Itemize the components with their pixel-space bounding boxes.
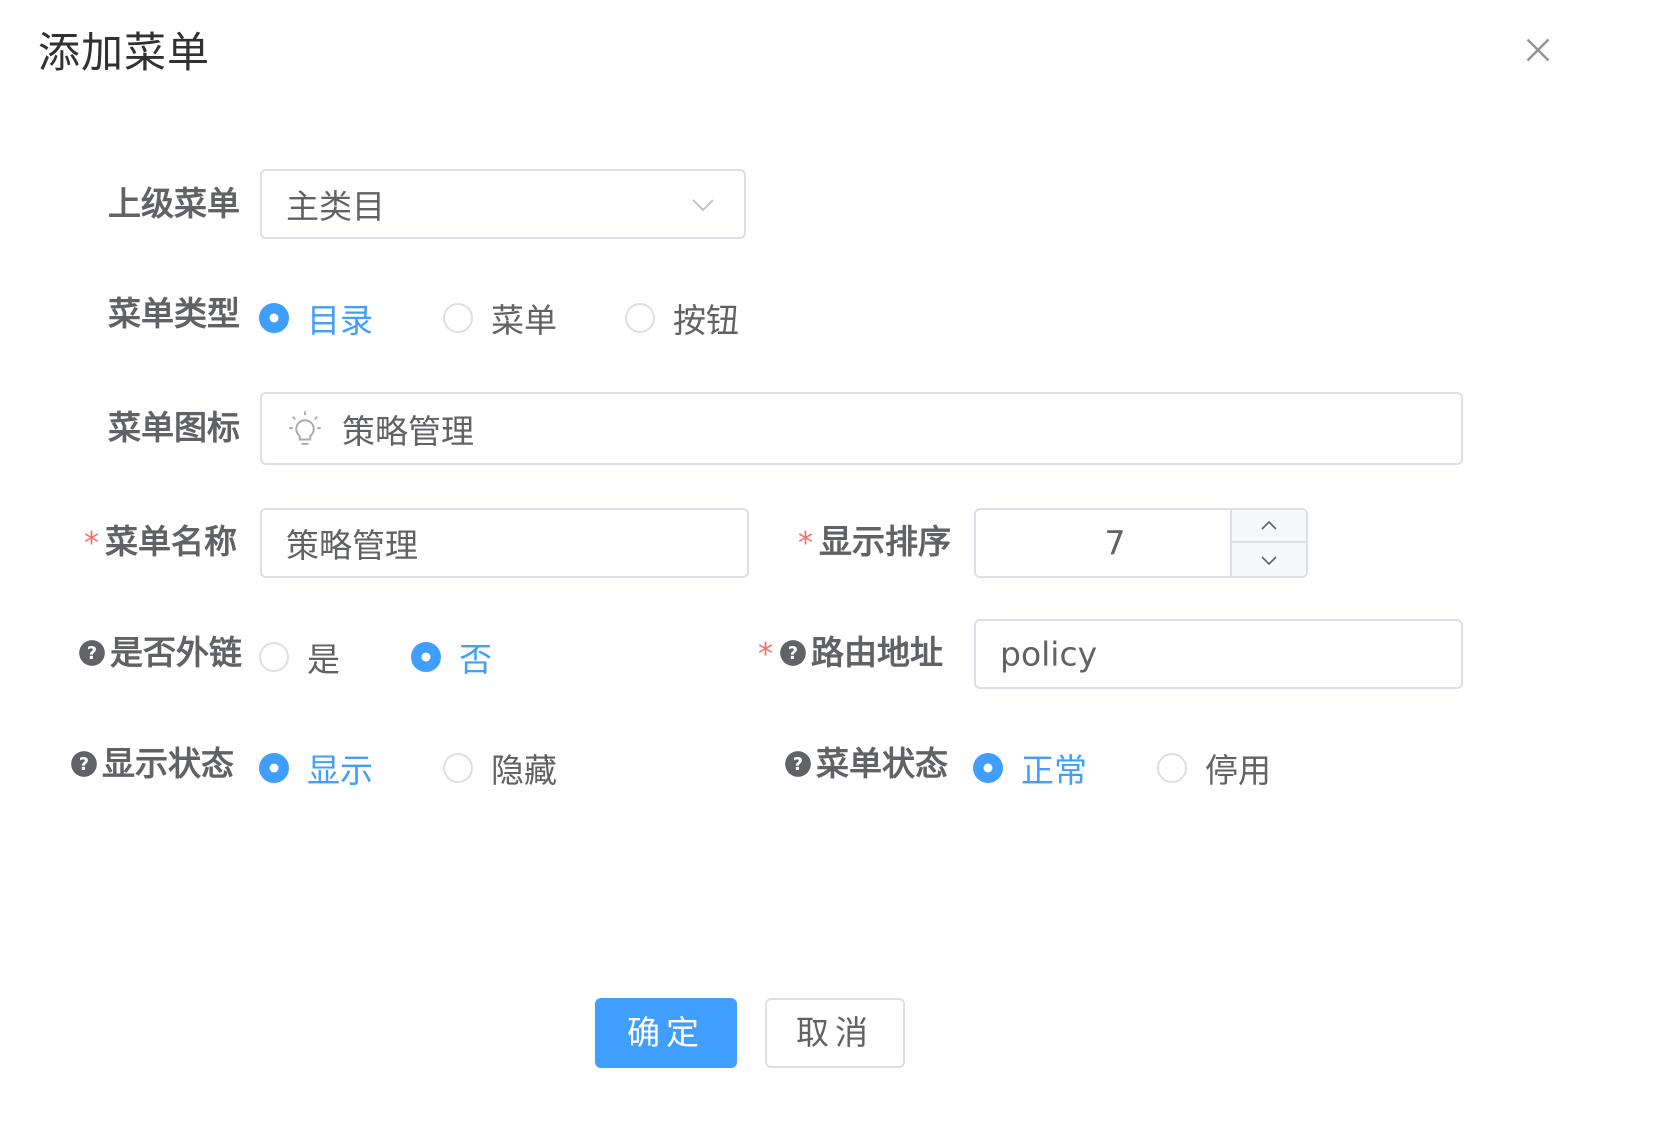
radio-icon [443, 303, 473, 333]
help-icon[interactable]: ? [78, 636, 106, 666]
display-order-stepper[interactable]: 7 [974, 508, 1308, 578]
display-order-label: * 显示排序 [798, 522, 951, 564]
menu-status-option-disabled[interactable]: 停用 [1157, 744, 1271, 792]
required-mark: * [758, 637, 773, 672]
is-external-label-text: 是否外链 [110, 633, 242, 672]
radio-icon [259, 303, 289, 333]
menu-name-label-text: 菜单名称 [105, 522, 237, 561]
route-path-label-text: 路由地址 [811, 633, 943, 672]
radio-label: 是 [307, 640, 340, 679]
route-path-value: policy [1000, 634, 1098, 674]
menu-type-label: 菜单类型 [108, 294, 240, 333]
add-menu-dialog: 添加菜单 上级菜单 主类目 菜单类型 目录 菜单 按钮 菜单图标 策略管理 * … [0, 0, 1657, 1146]
dialog-title: 添加菜单 [38, 28, 211, 77]
svg-text:?: ? [79, 755, 89, 775]
radio-icon [973, 753, 1003, 783]
route-path-input[interactable]: policy [974, 619, 1463, 689]
menu-status-label: ? 菜单状态 [784, 744, 948, 784]
stepper-controls [1230, 510, 1306, 576]
close-icon[interactable] [1520, 32, 1556, 68]
confirm-button[interactable]: 确定 [595, 998, 737, 1068]
parent-menu-value: 主类目 [286, 187, 385, 226]
radio-label: 菜单 [491, 301, 557, 340]
menu-name-value: 策略管理 [286, 526, 418, 565]
menu-type-option-menu[interactable]: 菜单 [443, 294, 557, 342]
required-mark: * [84, 526, 99, 561]
is-external-option-no[interactable]: 否 [411, 633, 492, 681]
is-external-label: ? 是否外链 [78, 633, 242, 673]
is-external-option-yes[interactable]: 是 [259, 633, 340, 681]
radio-label: 按钮 [673, 301, 739, 340]
menu-name-label: * 菜单名称 [84, 522, 237, 564]
increase-button[interactable] [1232, 510, 1306, 543]
chevron-up-icon [1261, 520, 1277, 530]
cancel-button[interactable]: 取消 [765, 998, 905, 1068]
chevron-down-icon [1261, 555, 1277, 565]
radio-icon [1157, 753, 1187, 783]
visible-option-show[interactable]: 显示 [259, 744, 373, 792]
radio-icon [259, 642, 289, 672]
chevron-down-icon [688, 189, 718, 219]
parent-menu-label: 上级菜单 [108, 184, 240, 223]
menu-status-option-normal[interactable]: 正常 [973, 744, 1087, 792]
parent-menu-select[interactable]: 主类目 [260, 169, 746, 239]
display-order-value: 7 [1104, 523, 1126, 563]
display-order-label-text: 显示排序 [819, 522, 951, 561]
menu-icon-value: 策略管理 [342, 411, 474, 451]
radio-label: 目录 [307, 301, 373, 340]
radio-icon [443, 753, 473, 783]
required-mark: * [798, 526, 813, 561]
menu-type-option-button[interactable]: 按钮 [625, 294, 739, 342]
decrease-button[interactable] [1232, 543, 1306, 576]
radio-label: 正常 [1021, 751, 1087, 790]
radio-icon [411, 642, 441, 672]
visible-label: ? 显示状态 [70, 744, 234, 784]
radio-icon [625, 303, 655, 333]
help-icon[interactable]: ? [784, 747, 812, 777]
radio-label: 隐藏 [491, 751, 557, 790]
radio-icon [259, 753, 289, 783]
svg-text:?: ? [87, 644, 97, 664]
svg-text:?: ? [793, 755, 803, 775]
menu-status-label-text: 菜单状态 [816, 744, 948, 783]
help-icon[interactable]: ? [779, 636, 807, 666]
visible-option-hide[interactable]: 隐藏 [443, 744, 557, 792]
menu-name-input[interactable]: 策略管理 [260, 508, 749, 578]
svg-text:?: ? [788, 644, 798, 664]
menu-icon-input[interactable]: 策略管理 [260, 392, 1463, 465]
menu-icon-label: 菜单图标 [108, 408, 240, 447]
bulb-icon [284, 408, 326, 450]
radio-label: 停用 [1205, 751, 1271, 790]
visible-label-text: 显示状态 [102, 744, 234, 783]
radio-label: 显示 [307, 751, 373, 790]
menu-type-option-directory[interactable]: 目录 [259, 294, 373, 342]
radio-label: 否 [459, 640, 492, 679]
route-path-label: * ? 路由地址 [758, 633, 943, 675]
help-icon[interactable]: ? [70, 747, 98, 777]
